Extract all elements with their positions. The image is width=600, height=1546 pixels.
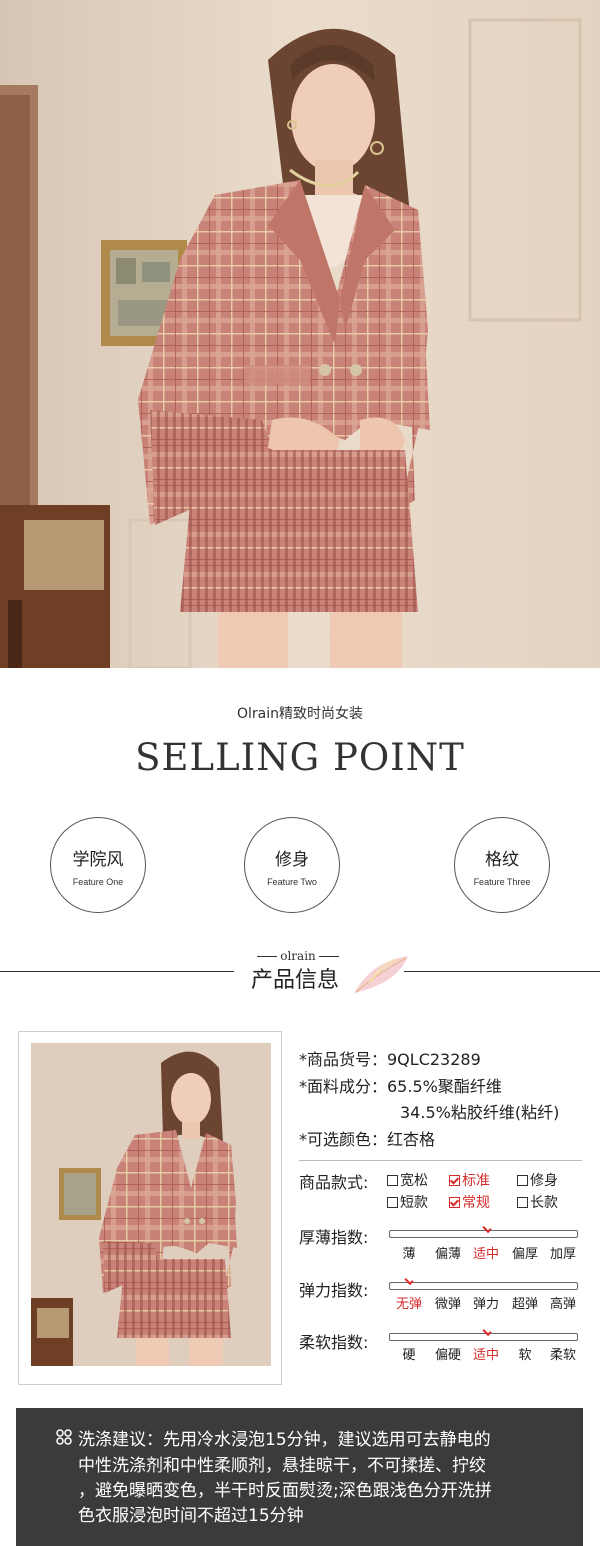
style-option-short[interactable]: 短款 [387, 1192, 428, 1212]
product-thumbnail [31, 1043, 271, 1366]
feature-title: 修身 [275, 850, 309, 870]
section-title: 产品信息 [251, 968, 340, 993]
style-label: 商品款式: [299, 1173, 369, 1192]
style-option-regular[interactable]: 常规 [449, 1192, 490, 1212]
wash-text-line: 洗涤建议：先用冷水浸泡15分钟，建议选用可去静电的 [78, 1430, 491, 1450]
spec-item-number: *商品货号：9QLC23289 [299, 1050, 481, 1069]
softness-tick: 偏硬 [434, 1348, 461, 1363]
feature-circle-slim: 修身 Feature Two [244, 817, 340, 913]
checkbox-icon [517, 1197, 528, 1208]
divider-right [404, 971, 600, 972]
wash-text-line: 中性洗涤剂和中性柔顺剂，悬挂晾干，不可揉搓、拧绞 [78, 1456, 486, 1476]
feature-title: 学院风 [72, 850, 124, 870]
softness-tick: 硬 [402, 1348, 416, 1363]
elasticity-tick: 微弹 [434, 1297, 461, 1312]
feature-title: 格纹 [485, 850, 519, 870]
elasticity-tick-selected: 无弹 [395, 1297, 422, 1312]
feature-subtitle: Feature One [72, 877, 124, 887]
feature-subtitle: Feature Three [473, 877, 531, 887]
softness-label: 柔软指数: [299, 1333, 369, 1352]
thickness-label: 厚薄指数: [299, 1228, 369, 1247]
checkbox-icon [387, 1175, 398, 1186]
softness-tick: 软 [518, 1348, 532, 1363]
style-option-slim[interactable]: 修身 [517, 1170, 558, 1190]
selling-point-title: SELLING POINT [135, 736, 465, 779]
style-option-long[interactable]: 长款 [517, 1192, 558, 1212]
elasticity-label: 弹力指数: [299, 1281, 369, 1300]
elasticity-tick: 超弹 [511, 1297, 538, 1312]
style-option-loose[interactable]: 宽松 [387, 1170, 428, 1190]
thickness-tick-selected: 适中 [472, 1247, 499, 1262]
checkbox-icon [517, 1175, 528, 1186]
checkbox-checked-icon [449, 1197, 460, 1208]
spec-fabric: *面料成分：65.5%聚酯纤维 [299, 1077, 502, 1096]
wash-care-icon [56, 1429, 72, 1445]
elasticity-tick: 高弹 [549, 1297, 576, 1312]
wash-text-line: ，避免曝晒变色，半干时反面熨烫;深色跟浅色分开洗拼 [78, 1481, 492, 1501]
feather-icon [354, 956, 408, 994]
thickness-scale [389, 1230, 578, 1238]
feature-subtitle: Feature Two [267, 877, 317, 887]
thickness-tick: 薄 [402, 1247, 416, 1262]
checkbox-icon [387, 1197, 398, 1208]
thickness-tick: 偏薄 [434, 1247, 461, 1262]
checkbox-checked-icon [449, 1175, 460, 1186]
hero-photo [0, 0, 600, 668]
divider-left [0, 971, 234, 972]
elasticity-tick: 弹力 [472, 1297, 499, 1312]
softness-tick-selected: 适中 [472, 1348, 499, 1363]
feature-circle-academy: 学院风 Feature One [50, 817, 146, 913]
spec-fabric-2: 34.5%粘胶纤维(粘纤) [400, 1103, 560, 1122]
thickness-tick: 偏厚 [511, 1247, 538, 1262]
spec-color: *可选颜色：红杏格 [299, 1130, 436, 1149]
brand-tagline: Olrain精致时尚女装 [236, 706, 363, 722]
thickness-tick: 加厚 [549, 1247, 576, 1262]
feature-circle-plaid: 格纹 Feature Three [454, 817, 550, 913]
wash-text-line: 色衣服浸泡时间不超过15分钟 [78, 1506, 304, 1526]
style-option-standard[interactable]: 标准 [449, 1170, 490, 1190]
softness-scale [389, 1333, 578, 1341]
spec-divider [299, 1160, 582, 1161]
softness-tick: 柔软 [549, 1348, 576, 1363]
elasticity-scale [389, 1282, 578, 1290]
brand-mark: olrain [250, 949, 346, 963]
